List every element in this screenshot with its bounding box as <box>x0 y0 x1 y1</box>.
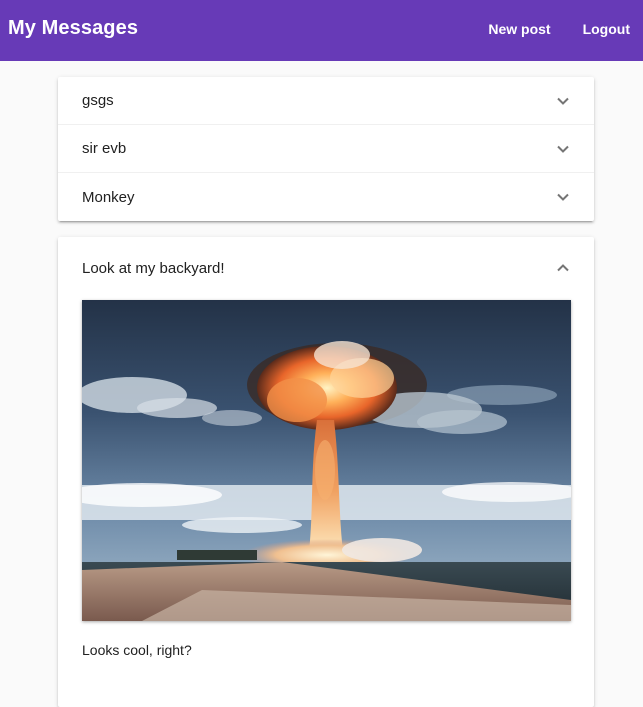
message-panel-header[interactable]: gsgs <box>58 77 594 125</box>
logout-button[interactable]: Logout <box>583 13 630 45</box>
chevron-down-icon <box>556 142 570 156</box>
message-title: gsgs <box>82 92 114 109</box>
message-panel-header[interactable]: sir evb <box>58 125 594 173</box>
expanded-post-header[interactable]: Look at my backyard! <box>58 237 594 299</box>
message-title: Monkey <box>82 188 135 206</box>
messages-accordion: gsgs sir evb Monkey <box>58 77 594 221</box>
app-title: My Messages <box>8 17 139 39</box>
post-image <box>82 300 571 621</box>
new-post-button[interactable]: New post <box>488 13 550 45</box>
top-toolbar: My Messages New post Logout <box>0 0 643 61</box>
message-title: sir evb <box>82 140 127 157</box>
chevron-up-icon <box>556 261 570 275</box>
expanded-post-title: Look at my backyard! <box>82 259 225 277</box>
message-panel-header[interactable]: Monkey <box>58 173 594 221</box>
post-body-text: Looks cool, right? <box>82 642 192 658</box>
chevron-down-icon <box>556 94 570 108</box>
chevron-down-icon <box>556 190 570 204</box>
expanded-post-card: Look at my backyard! Looks cool, right? <box>58 237 594 707</box>
